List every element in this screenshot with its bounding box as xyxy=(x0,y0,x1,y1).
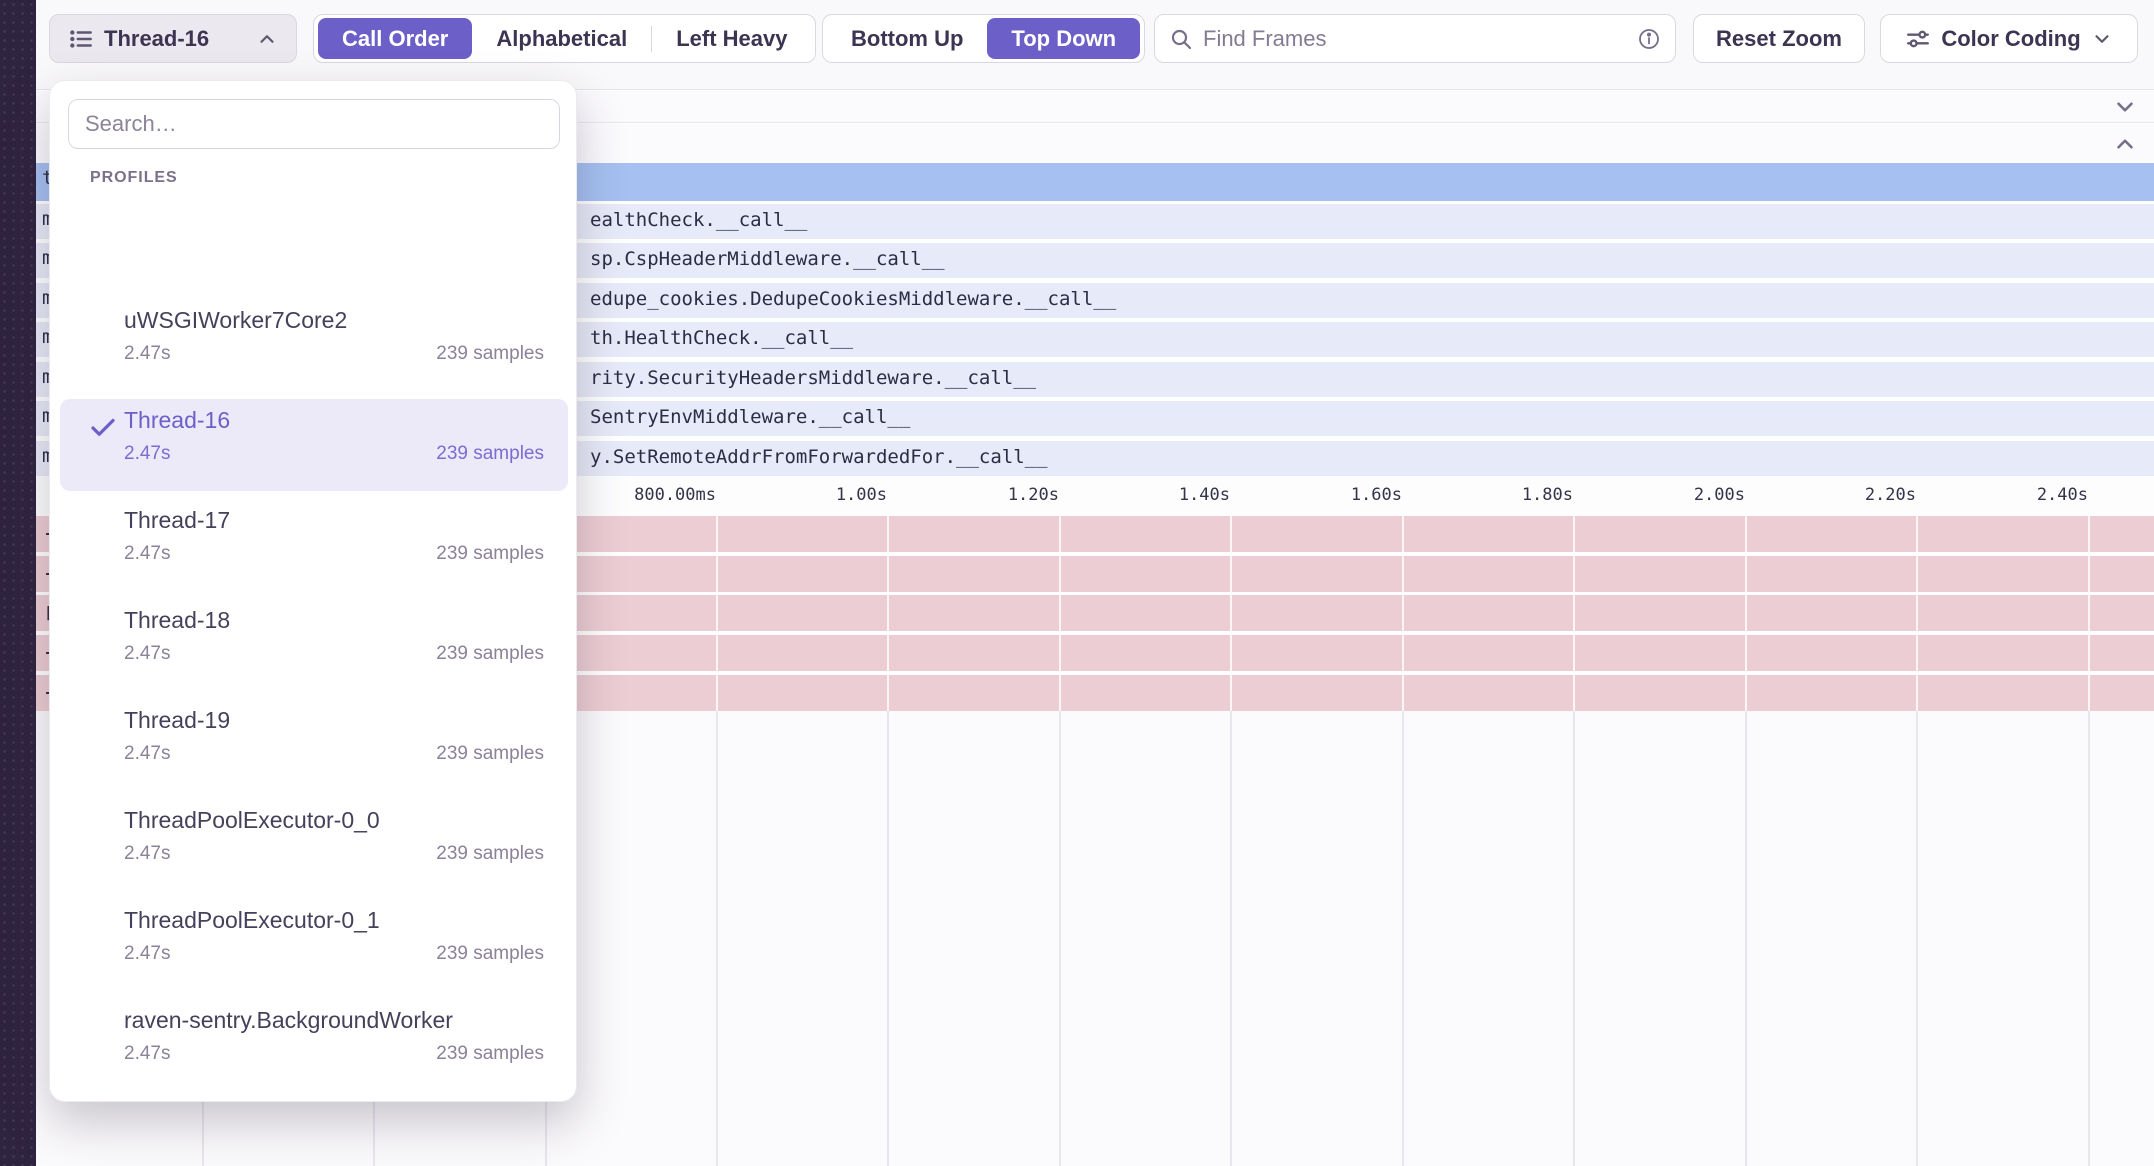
thread-option-samples: 239 samples xyxy=(436,643,544,665)
thread-option-name: Thread-16 xyxy=(124,407,230,434)
frame-text: y.SetRemoteAddrFromForwardedFor.__call__ xyxy=(590,446,1048,468)
segment-top-down[interactable]: Top Down xyxy=(987,18,1140,59)
gridline xyxy=(716,516,718,711)
thread-option[interactable]: Thread-19 2.47s 239 samples xyxy=(60,699,568,791)
frame-text: ealthCheck.__call__ xyxy=(590,209,807,231)
gridline xyxy=(1059,516,1061,711)
gridline xyxy=(1916,711,1918,1166)
thread-option[interactable]: raven-sentry.BackgroundWorker 2.47s 239 … xyxy=(60,999,568,1091)
thread-option-duration: 2.47s xyxy=(124,743,170,765)
reset-zoom-button[interactable]: Reset Zoom xyxy=(1693,14,1865,63)
gridline xyxy=(1916,516,1918,711)
gridline xyxy=(1230,516,1232,711)
chevron-up-icon xyxy=(256,28,278,50)
axis-tick: 1.80s xyxy=(1379,485,1573,505)
direction-segmented-control: Bottom Up Top Down xyxy=(822,14,1145,63)
thread-selector-label: Thread-16 xyxy=(104,26,246,52)
frame-text: edupe_cookies.DedupeCookiesMiddleware.__… xyxy=(590,288,1116,310)
info-icon[interactable] xyxy=(1637,27,1661,51)
thread-option[interactable]: Thread-17 2.47s 239 samples xyxy=(60,499,568,591)
thread-option-duration: 2.47s xyxy=(124,943,170,965)
dropdown-search-input[interactable] xyxy=(85,111,543,137)
thread-option-samples: 239 samples xyxy=(436,443,544,465)
search-icon xyxy=(1169,27,1193,51)
dropdown-section-label: PROFILES xyxy=(90,169,178,187)
thread-option-name: uWSGIWorker7Core2 xyxy=(124,307,347,334)
gridline xyxy=(2088,516,2090,711)
thread-option-duration: 2.47s xyxy=(124,1043,170,1065)
gridline xyxy=(887,711,889,1166)
gridline xyxy=(1059,711,1061,1166)
gridline xyxy=(887,516,889,711)
axis-tick: 1.40s xyxy=(1036,485,1230,505)
thread-selector-dropdown: PROFILES uWSGIWorker7Core2 2.47s 239 sam… xyxy=(49,80,577,1102)
chevron-up-icon[interactable] xyxy=(2112,131,2138,157)
gridline xyxy=(716,711,718,1166)
thread-option-duration: 2.47s xyxy=(124,643,170,665)
thread-option-name: ThreadPoolExecutor-0_0 xyxy=(124,807,380,834)
chevron-down-icon[interactable] xyxy=(2112,94,2138,120)
axis-tick: 2.00s xyxy=(1551,485,1745,505)
thread-option-name: Thread-17 xyxy=(124,507,230,534)
segment-left-heavy[interactable]: Left Heavy xyxy=(652,18,811,59)
thread-option-name: ThreadPoolExecutor-0_1 xyxy=(124,907,380,934)
gridline xyxy=(1573,516,1575,711)
axis-tick: 2.40s xyxy=(1894,485,2088,505)
color-coding-button[interactable]: Color Coding xyxy=(1880,14,2138,63)
profiler-main: Thread-16 Call Order Alphabetical Left H… xyxy=(36,0,2154,1166)
gridline xyxy=(1745,711,1747,1166)
frame-text: rity.SecurityHeadersMiddleware.__call__ xyxy=(590,367,1036,389)
chevron-down-icon xyxy=(2091,28,2113,50)
segment-call-order[interactable]: Call Order xyxy=(318,18,472,59)
frame-text: SentryEnvMiddleware.__call__ xyxy=(590,406,910,428)
thread-option-duration: 2.47s xyxy=(124,443,170,465)
axis-tick: 2.20s xyxy=(1722,485,1916,505)
thread-option-duration: 2.47s xyxy=(124,543,170,565)
find-frames-search xyxy=(1154,14,1676,63)
gridline xyxy=(1402,711,1404,1166)
thread-option-samples: 239 samples xyxy=(436,843,544,865)
frame-text: sp.CspHeaderMiddleware.__call__ xyxy=(590,248,945,270)
segment-bottom-up[interactable]: Bottom Up xyxy=(827,18,987,59)
dropdown-search xyxy=(68,99,560,149)
gridline xyxy=(1402,516,1404,711)
check-icon xyxy=(88,413,118,443)
sort-segmented-control: Call Order Alphabetical Left Heavy xyxy=(313,14,816,63)
thread-option-samples: 239 samples xyxy=(436,943,544,965)
thread-option-samples: 239 samples xyxy=(436,343,544,365)
find-frames-input[interactable] xyxy=(1203,26,1627,52)
thread-option[interactable]: raven-sentry.BackgroundWorker 2.47s 239 … xyxy=(60,1099,568,1102)
gridline xyxy=(1745,516,1747,711)
sliders-icon xyxy=(1905,26,1931,52)
axis-tick: 1.60s xyxy=(1208,485,1402,505)
app-sidebar xyxy=(0,0,36,1166)
toolbar: Thread-16 Call Order Alphabetical Left H… xyxy=(36,0,2154,90)
thread-option-duration: 2.47s xyxy=(124,843,170,865)
frame-text: th.HealthCheck.__call__ xyxy=(590,327,853,349)
thread-option[interactable]: ThreadPoolExecutor-0_1 2.47s 239 samples xyxy=(60,899,568,991)
gridline xyxy=(2088,711,2090,1166)
thread-option-name: raven-sentry.BackgroundWorker xyxy=(124,1007,453,1034)
thread-option[interactable]: uWSGIWorker7Core2 2.47s 239 samples xyxy=(60,299,568,391)
color-coding-label: Color Coding xyxy=(1941,26,2080,52)
thread-option-selected[interactable]: Thread-16 2.47s 239 samples xyxy=(60,399,568,491)
thread-option-samples: 239 samples xyxy=(436,743,544,765)
list-icon xyxy=(68,26,94,52)
thread-option[interactable]: ThreadPoolExecutor-0_0 2.47s 239 samples xyxy=(60,799,568,891)
thread-option[interactable]: Thread-18 2.47s 239 samples xyxy=(60,599,568,691)
segment-alphabetical[interactable]: Alphabetical xyxy=(472,18,651,59)
thread-option-duration: 2.47s xyxy=(124,343,170,365)
thread-option-name: Thread-18 xyxy=(124,607,230,634)
thread-option-samples: 239 samples xyxy=(436,1043,544,1065)
thread-option-samples: 239 samples xyxy=(436,543,544,565)
gridline xyxy=(1573,711,1575,1166)
thread-option-name: Thread-19 xyxy=(124,707,230,734)
axis-tick: 1.20s xyxy=(865,485,1059,505)
thread-selector-button[interactable]: Thread-16 xyxy=(49,14,297,63)
axis-tick: 1.00s xyxy=(693,485,887,505)
gridline xyxy=(1230,711,1232,1166)
reset-zoom-label: Reset Zoom xyxy=(1716,26,1842,52)
